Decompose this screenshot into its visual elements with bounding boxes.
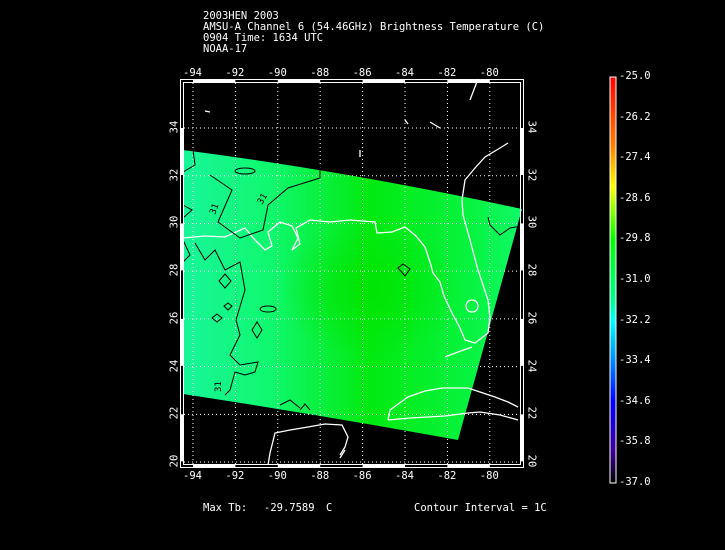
lon-tick-label: -80 [479,470,499,482]
lon-tick-label: -88 [310,470,330,482]
lon-tick-label: -86 [352,470,372,482]
lat-tick-label: 24 [168,359,181,372]
frame-segment [181,223,183,271]
lon-tick-label: -90 [267,470,287,482]
colorbar-label: -35.8 [619,435,651,448]
max-tb-unit: C [326,502,333,514]
lat-tick-label: 22 [168,406,181,420]
lon-tick-label: -94 [183,67,202,79]
lon-tick-label: -92 [225,67,245,79]
colorbar-label: -29.8 [619,232,651,245]
max-tb-value: -29.7589 [264,502,315,514]
lon-tick-label: -92 [225,470,245,482]
lon-tick-label: -86 [352,67,372,79]
lat-tick-label: 32 [168,168,181,182]
max-tb-label: Max Tb: [203,502,248,514]
frame-segment [193,465,236,467]
frame-segment [362,80,405,82]
frame-segment [447,80,490,82]
lon-tick-label: -94 [183,470,202,482]
colorbar-label: -27.4 [619,151,651,164]
frame-segment [277,80,321,82]
lat-tick-label: 28 [168,263,181,277]
lat-tick-label: 30 [168,216,181,229]
lat-tick-label: 34 [168,120,181,134]
lon-tick-label: -84 [395,67,414,79]
colorbar-label: -33.4 [619,354,651,367]
frame-segment [181,128,183,175]
frame-segment [447,465,490,467]
colorbar-label: -32.2 [619,313,651,326]
frame-segment [521,128,523,175]
lat-tick-label: 22 [525,406,538,420]
svg-text:31: 31 [214,381,224,392]
lon-tick-label: -80 [479,67,499,79]
colorbar-label: -28.6 [619,191,651,204]
frame-segment [521,223,523,271]
lat-tick-label: 28 [525,263,538,277]
colorbar-label: -37.0 [619,476,651,488]
frame-segment [362,465,405,467]
lat-tick-label: 24 [525,359,538,372]
frame-segment [277,465,321,467]
frame-segment [521,318,523,366]
lat-tick-label: 34 [525,120,538,134]
colorbar-label: -25.0 [619,70,651,82]
colorbar-label: -31.0 [619,273,651,285]
frame-segment [181,414,183,462]
contour-interval: Contour Interval = 1C [414,502,547,514]
lat-tick-label: 26 [168,311,181,325]
lon-tick-label: -84 [395,470,414,482]
colorbar-label: -26.2 [619,110,651,123]
colorbar-label: -34.6 [619,394,651,407]
lon-tick-label: -82 [437,67,457,79]
frame-segment [181,318,183,366]
lat-tick-label: 20 [525,454,538,468]
lon-tick-label: -88 [310,67,330,79]
frame-segment [521,414,523,462]
warm-core [280,220,460,360]
lat-tick-label: 26 [525,311,538,325]
lon-tick-label: -82 [437,470,457,482]
lat-tick-label: 20 [168,454,181,468]
lat-tick-label: 30 [525,216,538,229]
frame-segment [193,80,236,82]
lon-tick-label: -90 [267,67,287,79]
map-plot: 31 31 31 [180,76,617,484]
colorbar [609,76,617,484]
lat-tick-label: 32 [525,168,538,182]
